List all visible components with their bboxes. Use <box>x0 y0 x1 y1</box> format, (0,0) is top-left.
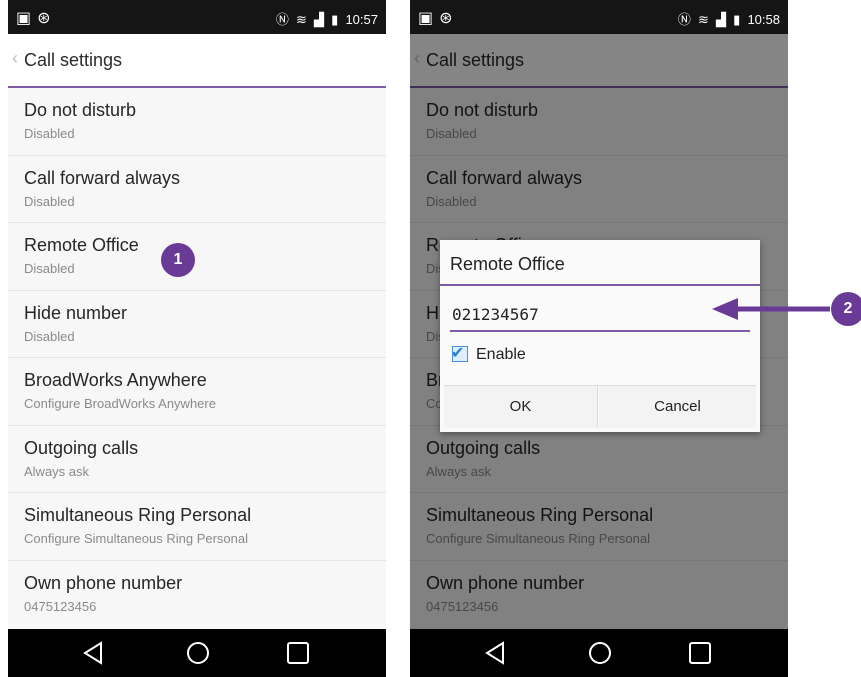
ok-button[interactable]: OK <box>444 386 598 428</box>
setting-status: Disabled <box>24 126 75 141</box>
setting-remote-office[interactable]: Remote Office Disabled <box>8 223 386 291</box>
setting-outgoing-calls[interactable]: Outgoing calls Always ask <box>8 426 386 493</box>
dialog-title: Remote Office <box>450 254 565 274</box>
setting-label: BroadWorks Anywhere <box>24 370 207 390</box>
app-header: ‹ Call settings <box>8 34 386 88</box>
home-nav-icon[interactable] <box>586 639 614 667</box>
setting-status: Configure BroadWorks Anywhere <box>24 396 216 411</box>
signal-icon: ▟ <box>314 13 325 28</box>
wifi-icon: ≋ <box>697 13 709 28</box>
phone-number-input[interactable] <box>450 298 750 332</box>
setting-simultaneous-ring[interactable]: Simultaneous Ring Personal Configure Sim… <box>8 493 386 561</box>
back-nav-icon[interactable] <box>482 639 510 667</box>
setting-hide-number[interactable]: Hide number Disabled <box>8 291 386 358</box>
setting-label: Remote Office <box>24 235 139 255</box>
setting-broadworks-anywhere[interactable]: BroadWorks Anywhere Configure BroadWorks… <box>8 358 386 426</box>
nav-bar <box>410 629 788 677</box>
dialog-divider <box>440 284 760 286</box>
status-time: 10:58 <box>747 12 780 27</box>
phone-screen-left: ▣⊛ Ⓝ ≋ ▟ ▮ 10:57 ‹ Call settings Do not … <box>8 0 386 677</box>
setting-label: Own phone number <box>24 572 183 593</box>
home-nav-icon[interactable] <box>184 639 212 667</box>
setting-label: Do not disturb <box>24 100 137 120</box>
back-nav-icon[interactable] <box>80 639 108 667</box>
arrow-icon <box>712 298 830 320</box>
page-title: Call settings <box>24 50 123 70</box>
notification-icon: ▣⊛ <box>16 8 57 27</box>
battery-icon: ▮ <box>331 13 339 28</box>
status-icons: Ⓝ ≋ ▟ ▮ 10:57 <box>276 9 378 28</box>
setting-do-not-disturb[interactable]: Do not disturb Disabled <box>8 88 386 156</box>
setting-label: Outgoing calls <box>24 437 139 458</box>
wifi-icon: ≋ <box>295 13 307 28</box>
phone-screen-right: ▣⊛ Ⓝ ≋ ▟ ▮ 10:58 ‹ Call settings Do not … <box>410 0 788 677</box>
setting-status: Disabled <box>24 193 75 209</box>
setting-call-forward-always[interactable]: Call forward always Disabled <box>8 156 386 223</box>
status-bar: ▣⊛ Ⓝ ≋ ▟ ▮ 10:58 <box>410 0 788 34</box>
nfc-icon: Ⓝ <box>275 13 289 28</box>
setting-status: Always ask <box>24 463 90 479</box>
settings-list: Do not disturb Disabled Call forward alw… <box>8 88 386 628</box>
setting-label: Call forward always <box>24 167 181 188</box>
cancel-button[interactable]: Cancel <box>599 386 756 428</box>
remote-office-dialog: Remote Office ✔ Enable OK Cancel <box>440 240 760 432</box>
recents-nav-icon[interactable] <box>284 639 312 667</box>
status-icons: Ⓝ ≋ ▟ ▮ 10:58 <box>678 9 780 28</box>
setting-status: Disabled <box>24 328 75 344</box>
checkmark-icon: ✔ <box>451 343 465 362</box>
setting-status: Configure Simultaneous Ring Personal <box>24 531 249 546</box>
status-bar: ▣⊛ Ⓝ ≋ ▟ ▮ 10:57 <box>8 0 386 34</box>
back-chevron-icon[interactable]: ‹ <box>12 48 18 69</box>
nav-bar <box>8 629 386 677</box>
step-marker-2: 2 <box>831 292 861 326</box>
setting-own-phone-number[interactable]: Own phone number 0475123456 <box>8 561 386 629</box>
battery-icon: ▮ <box>733 13 741 28</box>
step-marker-1: 1 <box>161 243 195 277</box>
nfc-icon: Ⓝ <box>677 13 691 28</box>
enable-checkbox-label[interactable]: Enable <box>476 346 526 364</box>
setting-label: Hide number <box>24 302 128 323</box>
dialog-button-row: OK Cancel <box>444 385 756 428</box>
setting-status: 0475123456 <box>24 598 97 614</box>
setting-label: Simultaneous Ring Personal <box>24 505 252 525</box>
recents-nav-icon[interactable] <box>686 639 714 667</box>
setting-status: Disabled <box>24 261 75 276</box>
status-time: 10:57 <box>345 12 378 27</box>
notification-icon: ▣⊛ <box>418 8 459 27</box>
signal-icon: ▟ <box>716 13 727 28</box>
